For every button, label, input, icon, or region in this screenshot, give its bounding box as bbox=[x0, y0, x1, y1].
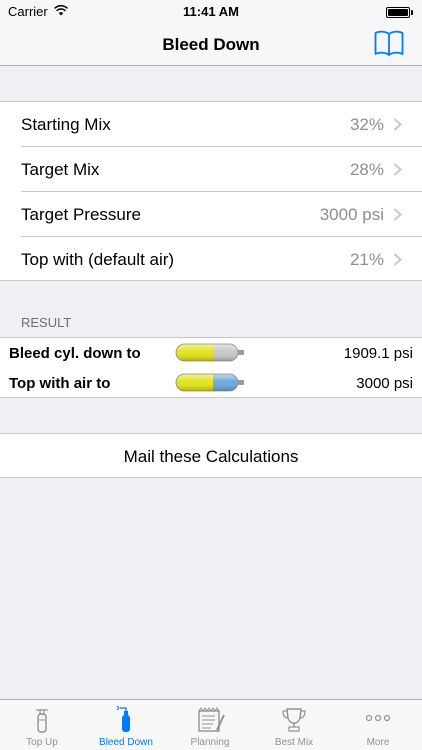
cell-label: Target Mix bbox=[21, 160, 100, 179]
chevron-right-icon bbox=[393, 253, 402, 266]
tank-bleed-icon bbox=[116, 706, 130, 732]
cell-value: 3000 psi bbox=[319, 205, 384, 224]
chevron-right-icon bbox=[393, 163, 402, 176]
target-mix-row[interactable]: Target Mix 28% bbox=[0, 147, 422, 192]
tab-label: Bleed Down bbox=[99, 737, 153, 748]
result-list: Bleed cyl. down to 1909.1 psi Top with a… bbox=[0, 337, 422, 398]
top-with-air-result-row: Top with air to 3000 psi bbox=[0, 368, 422, 398]
cell-label: Target Pressure bbox=[21, 205, 141, 224]
top-with-row[interactable]: Top with (default air) 21% bbox=[0, 237, 422, 282]
tab-label: Top Up bbox=[26, 737, 58, 748]
tab-top-up[interactable]: Top Up bbox=[0, 700, 84, 750]
chevron-right-icon bbox=[393, 118, 402, 131]
tank-gauge-icon bbox=[175, 343, 244, 362]
cell-value: 32% bbox=[349, 115, 384, 134]
tank-icon bbox=[36, 709, 48, 733]
result-section-header: RESULT bbox=[21, 315, 72, 330]
battery-icon bbox=[386, 7, 410, 18]
tank-gauge-icon bbox=[175, 373, 244, 392]
tab-label: More bbox=[366, 737, 390, 748]
notepad-icon bbox=[198, 707, 225, 732]
more-icon bbox=[365, 714, 391, 722]
cell-value: 21% bbox=[349, 250, 384, 269]
tab-planning[interactable]: Planning bbox=[168, 700, 252, 750]
tab-bar: Top Up Bleed Down Planning Best Mix More bbox=[0, 699, 422, 750]
result-value: 1909.1 psi bbox=[343, 345, 413, 362]
result-value: 3000 psi bbox=[356, 375, 413, 392]
starting-mix-row[interactable]: Starting Mix 32% bbox=[0, 102, 422, 147]
page-title: Bleed Down bbox=[162, 35, 260, 54]
navigation-bar: Bleed Down bbox=[0, 22, 422, 66]
status-bar: Carrier 11:41 AM bbox=[0, 0, 422, 22]
cell-value: 28% bbox=[349, 160, 384, 179]
chevron-right-icon bbox=[393, 208, 402, 221]
result-label: Bleed cyl. down to bbox=[9, 345, 141, 362]
tab-best-mix[interactable]: Best Mix bbox=[252, 700, 336, 750]
bleed-down-result-row: Bleed cyl. down to 1909.1 psi bbox=[0, 338, 422, 368]
tab-bleed-down[interactable]: Bleed Down bbox=[84, 700, 168, 750]
tab-label: Best Mix bbox=[274, 737, 314, 748]
status-time: 11:41 AM bbox=[183, 4, 239, 19]
trophy-icon bbox=[282, 708, 306, 732]
settings-list: Starting Mix 32% Target Mix 28% Target P… bbox=[0, 101, 422, 281]
cell-label: Top with (default air) bbox=[21, 250, 175, 269]
book-icon[interactable] bbox=[374, 30, 404, 56]
mail-calculations-button[interactable]: Mail these Calculations bbox=[0, 433, 422, 478]
tab-label: Planning bbox=[190, 737, 230, 748]
tab-more[interactable]: More bbox=[336, 700, 420, 750]
cell-label: Starting Mix bbox=[21, 115, 111, 134]
result-label: Top with air to bbox=[9, 375, 111, 392]
target-pressure-row[interactable]: Target Pressure 3000 psi bbox=[0, 192, 422, 237]
